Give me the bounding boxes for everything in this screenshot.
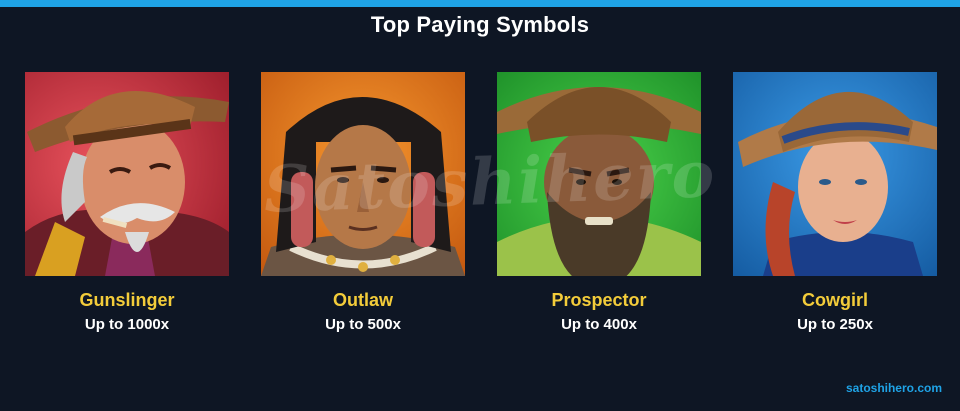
cowgirl-portrait-icon xyxy=(733,72,937,276)
symbol-name: Prospector xyxy=(551,290,647,310)
top-accent-bar xyxy=(0,0,960,7)
site-link[interactable]: satoshihero.com xyxy=(846,381,942,395)
gunslinger-portrait-icon xyxy=(25,72,229,276)
outlaw-portrait-icon xyxy=(261,72,465,276)
symbol-name: Gunslinger xyxy=(79,290,175,310)
symbol-payout: Up to 500x xyxy=(325,316,401,333)
symbol-payout: Up to 400x xyxy=(561,316,637,333)
symbol-card-outlaw: Outlaw Up to 500x xyxy=(261,72,465,333)
prospector-portrait-icon xyxy=(497,72,701,276)
symbol-name: Outlaw xyxy=(332,290,393,310)
symbol-card-prospector: Prospector Up to 400x xyxy=(497,72,701,333)
page-title: Top Paying Symbols xyxy=(370,12,590,37)
symbol-payout: Up to 250x xyxy=(797,316,873,333)
symbol-name: Cowgirl xyxy=(802,290,868,310)
symbol-payout: Up to 1000x xyxy=(84,316,170,333)
symbol-card-cowgirl: Cowgirl Up to 250x xyxy=(733,72,937,333)
symbol-card-gunslinger: Gunslinger Up to 1000x xyxy=(25,72,229,333)
